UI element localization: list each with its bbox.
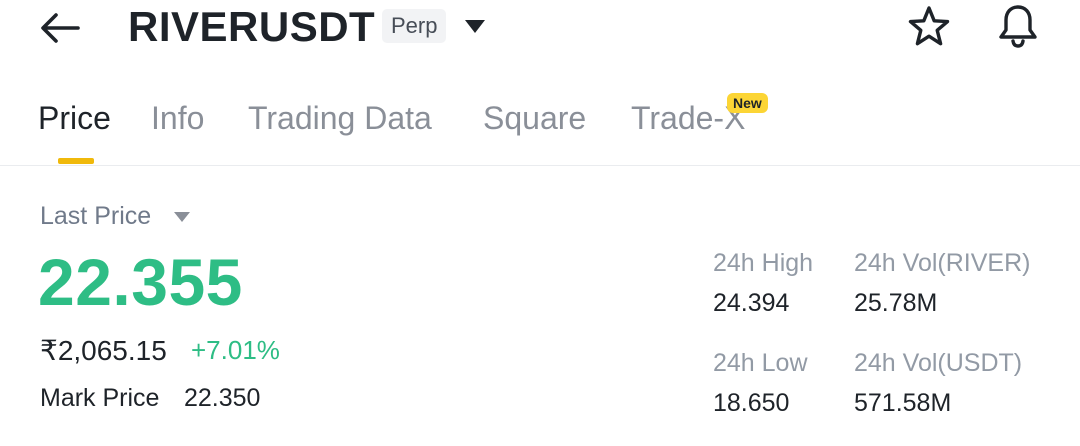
low-value: 18.650	[713, 389, 790, 417]
tab-trading-data[interactable]: Trading Data	[248, 100, 432, 137]
last-price-value: 22.355	[38, 245, 243, 319]
fiat-price: ₹2,065.15	[40, 335, 167, 366]
low-label: 24h Low	[713, 349, 808, 377]
high-label: 24h High	[713, 249, 814, 277]
caret-down-icon[interactable]	[462, 14, 488, 38]
favorite-button[interactable]	[906, 4, 952, 50]
back-button[interactable]	[40, 8, 84, 48]
caret-down-icon[interactable]	[173, 210, 191, 224]
volume-quote-value: 571.58M	[854, 389, 952, 417]
tab-divider	[0, 165, 1080, 166]
alerts-button[interactable]	[994, 2, 1042, 50]
tab-price[interactable]: Price	[38, 100, 111, 137]
volume-base-value: 25.78M	[854, 289, 938, 317]
symbol-title[interactable]: RIVERUSDT	[128, 3, 375, 51]
contract-type-badge: Perp	[382, 9, 447, 43]
new-badge: New	[727, 93, 768, 113]
high-value: 24.394	[713, 289, 790, 317]
bell-icon	[999, 5, 1037, 48]
tab-square[interactable]: Square	[483, 100, 586, 137]
active-tab-indicator	[58, 158, 94, 164]
volume-quote-label: 24h Vol(USDT)	[854, 349, 1023, 377]
mark-price-value: 22.350	[184, 384, 261, 412]
last-price-label[interactable]: Last Price	[40, 202, 151, 231]
tab-bar: Price Info Trading Data Square Trade-X	[0, 96, 1080, 166]
futures-price-screen: RIVERUSDT Perp Price Info Trading Data S…	[0, 0, 1080, 446]
back-arrow-icon	[41, 13, 80, 43]
volume-base-label: 24h Vol(RIVER)	[854, 249, 1031, 277]
mark-price-label: Mark Price	[40, 384, 160, 412]
star-icon	[908, 6, 950, 46]
tab-info[interactable]: Info	[151, 100, 204, 137]
price-change-percent: +7.01%	[191, 335, 280, 365]
